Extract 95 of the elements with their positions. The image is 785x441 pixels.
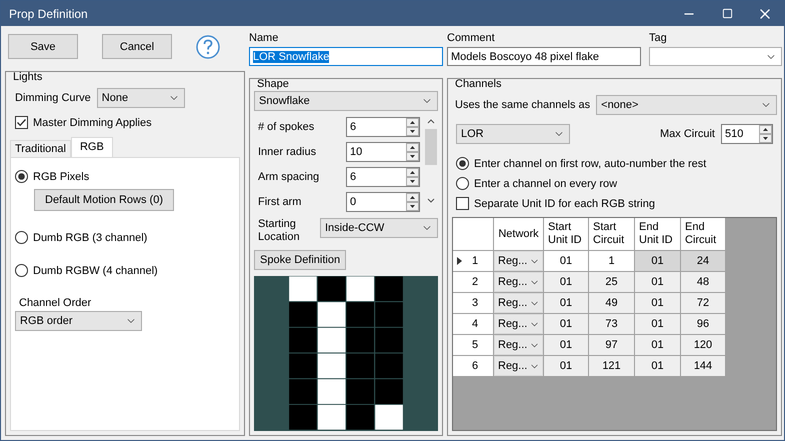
spinner-icon[interactable]	[759, 125, 772, 143]
network-dropdown[interactable]: Reg...	[494, 272, 543, 292]
network-type-dropdown[interactable]: LOR	[456, 124, 570, 144]
row-header[interactable]: 6	[453, 356, 493, 376]
row-header[interactable]: 5	[453, 335, 493, 355]
tab[interactable]: Traditional	[10, 140, 71, 157]
starting-location-dropdown[interactable]: Inside-CCW	[320, 218, 438, 238]
field-label: Dimming Curve	[15, 92, 91, 104]
field-label: Comment	[447, 32, 496, 44]
row-header[interactable]: 4	[453, 314, 493, 334]
radio-button[interactable]: Enter channel on first row, auto-number the rest	[456, 157, 706, 170]
window-title: Prop Definition	[9, 6, 89, 20]
table-cell: 120	[681, 335, 725, 355]
spoke-definition-button[interactable]: Spoke Definition	[254, 250, 346, 270]
radio-empty-icon[interactable]	[15, 264, 28, 277]
field-label: Channel Order	[19, 297, 92, 309]
table-cell: 01	[635, 314, 680, 334]
radio-selected-icon[interactable]	[15, 170, 28, 183]
column-header: End Unit ID	[635, 218, 680, 250]
table-cell[interactable]: 49	[589, 293, 634, 313]
radio-empty-icon[interactable]	[456, 177, 469, 190]
column-header: Network	[494, 218, 543, 250]
table-cell[interactable]: 01	[544, 251, 588, 271]
radio-button[interactable]: Dumb RGB (3 channel)	[15, 231, 148, 244]
comment-field[interactable]: Models Boscoyo 48 pixel flake	[447, 47, 641, 66]
field-label: Max Circuit	[660, 128, 715, 140]
table-cell[interactable]: 01	[544, 293, 588, 313]
action-button[interactable]: Cancel	[102, 34, 172, 59]
column-header: End Circuit	[681, 218, 725, 250]
table-cell: 144	[681, 356, 725, 376]
table-cell: 48	[681, 272, 725, 292]
field-label: Arm spacing	[258, 171, 320, 183]
tab[interactable]: RGB	[70, 137, 113, 158]
table-cell: 01	[635, 293, 680, 313]
same-channels-dropdown[interactable]: <none>	[596, 95, 777, 115]
dimming-curve-dropdown[interactable]: None	[96, 88, 185, 108]
network-dropdown[interactable]: Reg...	[494, 314, 543, 334]
default-motion-rows-button[interactable]: Default Motion Rows (0)	[34, 189, 174, 211]
network-dropdown[interactable]: Reg...	[494, 293, 543, 313]
table-cell: 01	[635, 335, 680, 355]
column-header: Start Unit ID	[544, 218, 588, 250]
number-field[interactable]: 6	[346, 167, 420, 187]
radio-button[interactable]: Dumb RGBW (4 channel)	[15, 264, 158, 277]
table-cell[interactable]: 01	[544, 272, 588, 292]
table-cell[interactable]: 73	[589, 314, 634, 334]
table-cell[interactable]: 1	[589, 251, 634, 271]
number-field[interactable]: 510	[721, 124, 773, 144]
table-cell: 24	[681, 251, 725, 271]
table-cell[interactable]: 121	[589, 356, 634, 376]
field-label: # of spokes	[258, 121, 316, 133]
table-cell[interactable]: 25	[589, 272, 634, 292]
row-header[interactable]: 1	[453, 251, 493, 271]
checkbox[interactable]: Master Dimming Applies	[15, 116, 152, 129]
network-dropdown[interactable]: Reg...	[494, 356, 543, 376]
network-dropdown[interactable]: Reg...	[494, 335, 543, 355]
table-cell[interactable]: 01	[544, 335, 588, 355]
field-label: Inner radius	[258, 146, 318, 158]
table-cell: 01	[635, 272, 680, 292]
table-cell: 01	[635, 251, 680, 271]
row-header[interactable]: 3	[453, 293, 493, 313]
number-field[interactable]: 0	[346, 192, 420, 212]
column-header: Start Circuit	[589, 218, 634, 250]
number-field[interactable]: 6	[346, 117, 420, 137]
checkbox-checked-icon[interactable]	[15, 116, 28, 129]
table-cell: 72	[681, 293, 725, 313]
field-label: Starting Location	[258, 218, 301, 244]
table-cell[interactable]: 97	[589, 335, 634, 355]
row-header[interactable]: 2	[453, 272, 493, 292]
field-label: Uses the same channels as	[455, 99, 590, 111]
table-cell[interactable]: 01	[544, 356, 588, 376]
network-dropdown[interactable]: Reg...	[494, 251, 543, 271]
field-label: Name	[249, 32, 280, 44]
radio-selected-icon[interactable]	[456, 157, 469, 170]
action-button[interactable]: Save	[8, 34, 78, 59]
radio-empty-icon[interactable]	[15, 231, 28, 244]
corner-header	[453, 218, 493, 250]
spinner-icon[interactable]	[406, 118, 419, 136]
spinner-icon[interactable]	[406, 143, 419, 161]
shape-dropdown[interactable]: Snowflake	[254, 91, 438, 111]
help-icon[interactable]	[196, 34, 220, 58]
table-cell[interactable]: 01	[544, 314, 588, 334]
table-cell: 01	[635, 356, 680, 376]
spinner-icon[interactable]	[406, 193, 419, 211]
number-field[interactable]: 10	[346, 142, 420, 162]
radio-button[interactable]: RGB Pixels	[15, 170, 235, 183]
field-label: First arm	[258, 196, 302, 208]
radio-button[interactable]: Enter a channel on every row	[456, 177, 618, 190]
channel-order-dropdown[interactable]: RGB order	[15, 311, 142, 331]
checkbox[interactable]: Separate Unit ID for each RGB string	[456, 197, 655, 210]
row-pointer-icon	[457, 257, 462, 265]
name-field[interactable]: LOR Snowflake	[249, 47, 443, 66]
checkbox-empty-icon[interactable]	[456, 197, 469, 210]
field-label: Tag	[649, 32, 668, 44]
spinner-icon[interactable]	[406, 168, 419, 186]
table-cell: 96	[681, 314, 725, 334]
